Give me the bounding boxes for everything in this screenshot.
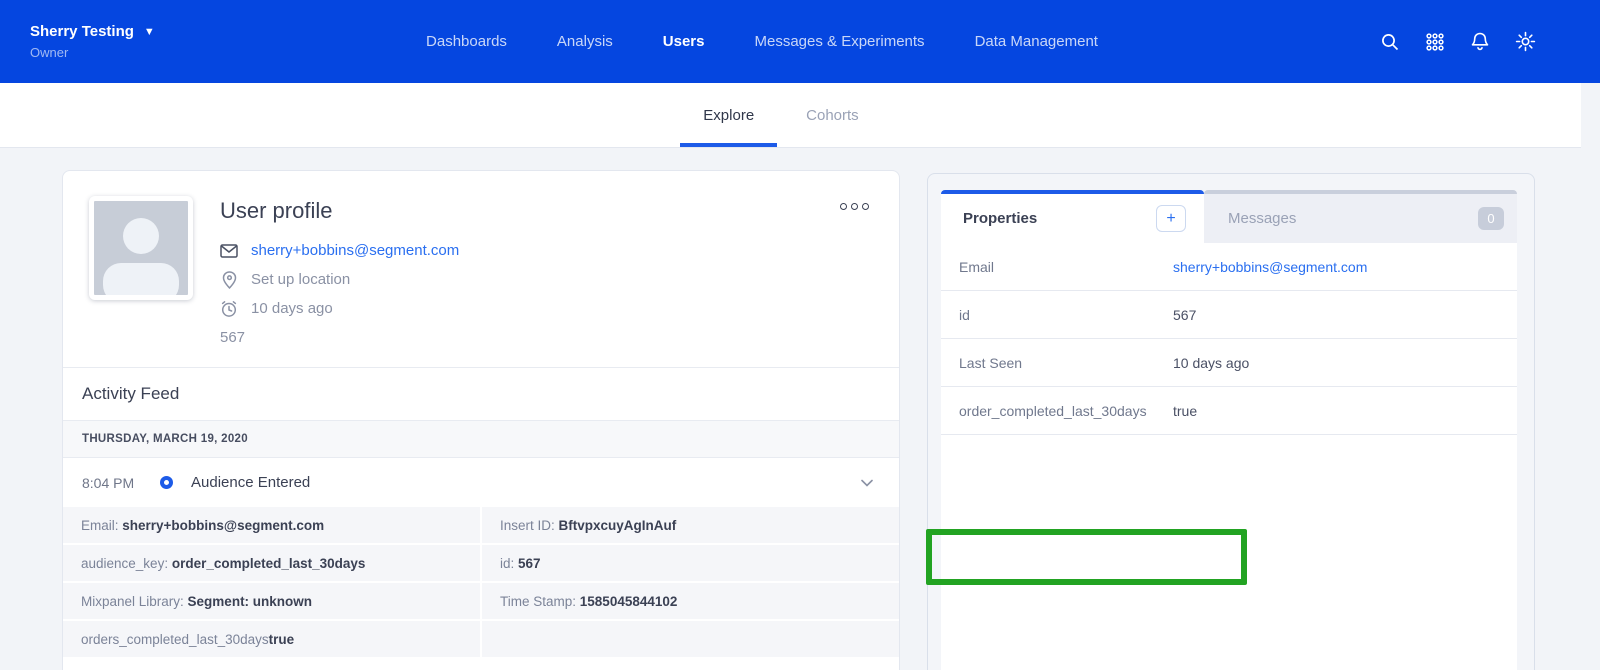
activity-date-header: THURSDAY, MARCH 19, 2020 [63, 421, 899, 458]
profile-last-seen-row: 10 days ago [220, 294, 459, 323]
tab-cohorts-label: Cohorts [806, 107, 859, 124]
alarm-clock-icon [220, 300, 238, 318]
nav-item-data-management[interactable]: Data Management [975, 33, 1098, 50]
chevron-down-icon: ▼ [144, 26, 155, 38]
property-row: Email sherry+bobbins@segment.com [941, 243, 1517, 291]
primary-nav: Dashboards Analysis Users Messages & Exp… [426, 0, 1098, 83]
active-tab-underline [680, 143, 777, 147]
nav-item-analysis[interactable]: Analysis [557, 33, 613, 50]
avatar [89, 196, 193, 300]
topbar-icons [1379, 31, 1600, 53]
tab-messages[interactable]: Messages 0 [1204, 190, 1517, 243]
apps-grid-icon[interactable] [1424, 31, 1446, 53]
location-pin-icon [220, 271, 238, 289]
profile-email-link[interactable]: sherry+bobbins@segment.com [251, 242, 459, 259]
envelope-icon [220, 242, 238, 260]
property-row: id 567 [941, 291, 1517, 339]
chevron-down-icon[interactable] [861, 479, 873, 487]
nav-item-users[interactable]: Users [663, 33, 705, 50]
avatar-silhouette-body [103, 263, 179, 300]
search-icon[interactable] [1379, 31, 1401, 53]
profile-title: User profile [220, 198, 459, 224]
event-detail-cell: audience_key: order_completed_last_30day… [63, 545, 480, 581]
property-row: Last Seen 10 days ago [941, 339, 1517, 387]
event-type-icon [160, 476, 173, 489]
profile-email-row: sherry+bobbins@segment.com [220, 236, 459, 265]
event-details-table: Email: sherry+bobbins@segment.com Insert… [63, 507, 899, 657]
event-detail-cell: id: 567 [482, 545, 899, 581]
activity-event-row[interactable]: 8:04 PM Audience Entered [63, 458, 899, 507]
event-detail-cell: Mixpanel Library: Segment: unknown [63, 583, 480, 619]
event-name: Audience Entered [191, 474, 310, 491]
users-subtabs: Explore Cohorts [0, 83, 1581, 148]
workspace-name[interactable]: Sherry Testing [30, 23, 134, 40]
tab-cohorts[interactable]: Cohorts [806, 83, 859, 147]
settings-icon[interactable] [1514, 31, 1536, 53]
profile-info: User profile sherry+bobbins@segment.com [220, 196, 459, 342]
nav-item-messages-experiments[interactable]: Messages & Experiments [754, 33, 924, 50]
tab-properties-label: Properties [963, 210, 1037, 227]
notifications-icon[interactable] [1469, 31, 1491, 53]
tab-properties[interactable]: Properties + [941, 190, 1204, 243]
profile-last-seen: 10 days ago [251, 300, 333, 317]
tab-messages-label: Messages [1228, 210, 1296, 227]
activity-feed-header: Activity Feed [63, 368, 899, 421]
event-detail-cell: Time Stamp: 1585045844102 [482, 583, 899, 619]
properties-table: Email sherry+bobbins@segment.com id 567 … [941, 243, 1517, 435]
user-profile-card: User profile sherry+bobbins@segment.com [62, 170, 900, 670]
add-property-button[interactable]: + [1156, 205, 1186, 232]
activity-feed-title: Activity Feed [82, 384, 179, 404]
event-detail-cell: orders_completed_last_30daystrue [63, 621, 480, 657]
profile-section: User profile sherry+bobbins@segment.com [63, 171, 899, 368]
event-detail-cell: Email: sherry+bobbins@segment.com [63, 507, 480, 543]
properties-panel-empty-area [941, 435, 1517, 670]
event-time: 8:04 PM [82, 475, 146, 491]
property-row-highlighted: order_completed_last_30days true [941, 387, 1517, 435]
properties-panel-tabs: Properties + Messages 0 [941, 190, 1517, 243]
tab-explore[interactable]: Explore [703, 83, 754, 147]
profile-location-row: Set up location [220, 265, 459, 294]
property-email-link[interactable]: sherry+bobbins@segment.com [1173, 259, 1367, 275]
workspace-role: Owner [30, 45, 155, 60]
nav-item-dashboards[interactable]: Dashboards [426, 33, 507, 50]
profile-id: 567 [220, 323, 459, 352]
main-content: User profile sherry+bobbins@segment.com [0, 148, 1600, 670]
top-navigation-bar: Sherry Testing ▼ Owner Dashboards Analys… [0, 0, 1600, 83]
more-options-icon[interactable] [840, 203, 869, 210]
profile-location[interactable]: Set up location [251, 271, 350, 288]
properties-panel: Properties + Messages 0 Email sherry+bob… [927, 173, 1535, 670]
tab-explore-label: Explore [703, 107, 754, 124]
event-detail-cell: Insert ID: BftvpxcuyAgInAuf [482, 507, 899, 543]
workspace-switcher[interactable]: Sherry Testing ▼ Owner [0, 23, 155, 60]
avatar-silhouette-head [123, 218, 159, 254]
event-detail-cell [482, 621, 899, 657]
messages-count-badge: 0 [1478, 207, 1504, 230]
